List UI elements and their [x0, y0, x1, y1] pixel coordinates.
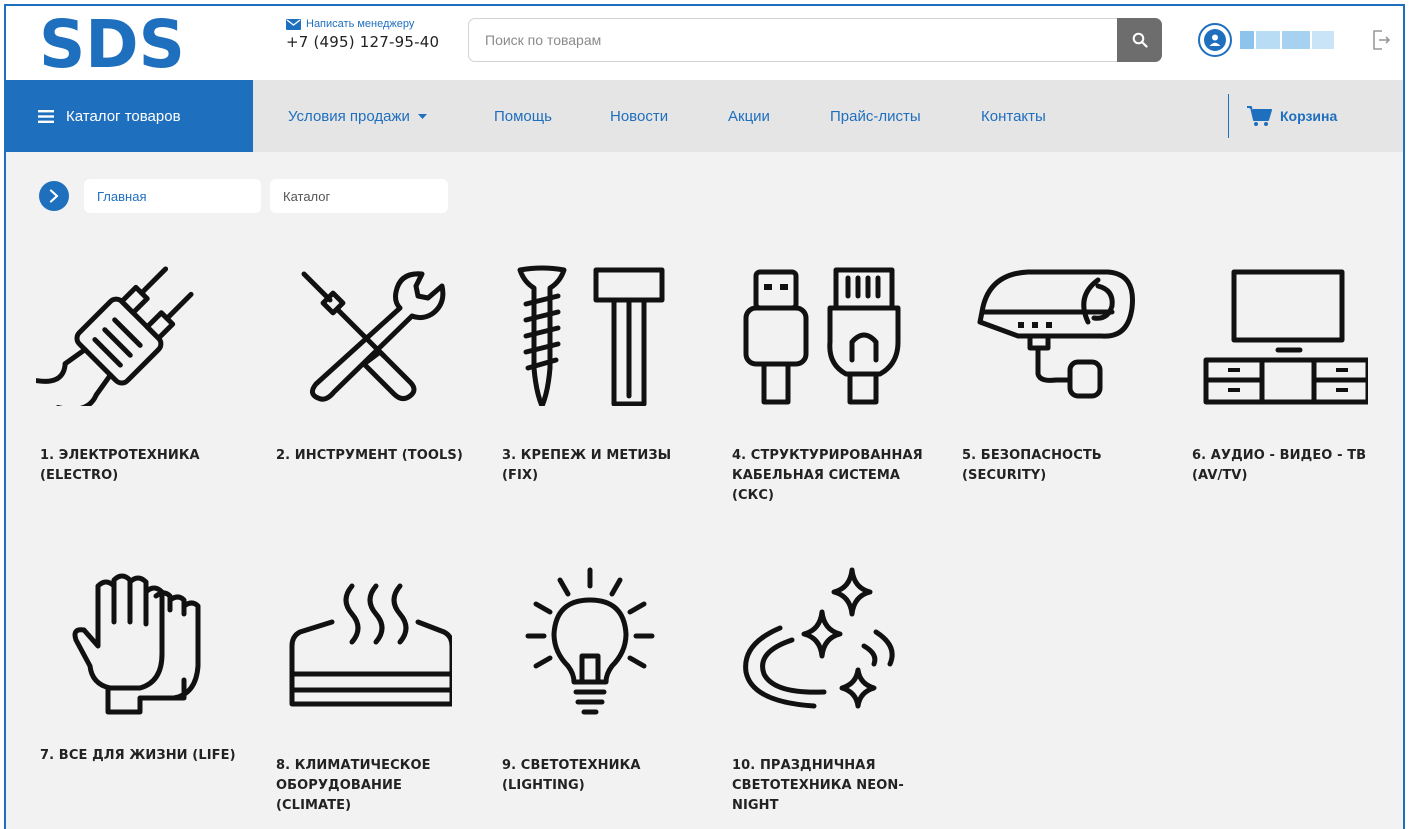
gloves-icon: [72, 573, 201, 715]
header: SDS Написать менеджеру +7 (495) 127-95-4…: [6, 6, 1403, 80]
write-manager-label: Написать менеджеру: [306, 18, 415, 30]
mail-icon: [286, 18, 301, 30]
search-button[interactable]: [1117, 18, 1162, 62]
nav-news[interactable]: Новости: [610, 80, 668, 152]
search-icon: [1132, 32, 1148, 48]
cart-label: Корзина: [1280, 108, 1338, 124]
category-life[interactable]: 7. ВСЕ ДЛЯ ЖИЗНИ (LIFE): [26, 566, 236, 766]
category-label: 1. ЭЛЕКТРОТЕХНИКА (ELECTRO): [40, 448, 200, 483]
user-avatar[interactable]: [1198, 23, 1232, 57]
category-lighting[interactable]: 9. СВЕТОТЕХНИКА (LIGHTING): [488, 566, 698, 806]
nav-help[interactable]: Помощь: [494, 80, 552, 152]
cart-link[interactable]: Корзина: [1246, 80, 1337, 152]
heater-icon: [289, 583, 452, 707]
category-climate[interactable]: 8. КЛИМАТИЧЕСКОЕ ОБОРУДОВАНИЕ (CLIMATE): [262, 566, 472, 813]
page-frame: SDS Написать менеджеру +7 (495) 127-95-4…: [4, 4, 1405, 829]
logout-icon[interactable]: [1371, 29, 1391, 51]
plug-icon: [36, 266, 194, 406]
contact-block: Написать менеджеру +7 (495) 127-95-40: [286, 18, 439, 51]
category-label: 8. КЛИМАТИЧЕСКОЕ ОБОРУДОВАНИЕ (CLIMATE): [276, 758, 431, 813]
breadcrumb-toggle[interactable]: [39, 181, 69, 211]
search-input[interactable]: [468, 18, 1117, 62]
chevron-right-icon: [49, 189, 59, 203]
category-label: 5. БЕЗОПАСНОСТЬ (SECURITY): [962, 448, 1102, 483]
nav-news-label: Новости: [610, 107, 669, 125]
catalog-menu-label: Каталог товаров: [66, 107, 181, 125]
hamburger-icon: [38, 109, 54, 123]
nav-price-lists-label: Прайс-листы: [830, 107, 921, 125]
category-label: 4. СТРУКТУРИРОВАННАЯ КАБЕЛЬНАЯ СИСТЕМА (…: [732, 448, 923, 503]
nav-divider: [1228, 94, 1229, 138]
catalog-menu-button[interactable]: Каталог товаров: [6, 80, 253, 152]
user-name-redacted[interactable]: [1240, 31, 1336, 49]
category-label: 3. КРЕПЕЖ И МЕТИЗЫ (FIX): [502, 448, 672, 483]
main-nav: Каталог товаров Условия продажи Помощь Н…: [6, 80, 1403, 152]
sparkles-icon: [743, 567, 895, 709]
security-camera-icon: [977, 269, 1135, 399]
svg-text:SDS: SDS: [39, 9, 185, 73]
phone-number[interactable]: +7 (495) 127-95-40: [286, 33, 439, 51]
tools-icon: [301, 271, 446, 402]
nav-price-lists[interactable]: Прайс-листы: [830, 80, 921, 152]
nav-sales-terms[interactable]: Условия продажи: [288, 80, 427, 152]
sds-logo[interactable]: SDS: [37, 9, 187, 73]
breadcrumb-current: Каталог: [270, 179, 448, 213]
nav-contacts[interactable]: Контакты: [981, 80, 1046, 152]
tv-stand-icon: [1203, 269, 1368, 405]
nav-contacts-label: Контакты: [981, 107, 1046, 125]
light-bulb-icon: [525, 567, 655, 715]
category-fix[interactable]: 3. КРЕПЕЖ И МЕТИЗЫ (FIX): [488, 256, 698, 496]
category-label: 6. АУДИО - ВИДЕО - ТВ (AV/TV): [1192, 448, 1367, 483]
cable-connectors-icon: [743, 267, 901, 405]
category-label: 9. СВЕТОТЕХНИКА (LIGHTING): [502, 758, 641, 793]
category-electro[interactable]: 1. ЭЛЕКТРОТЕХНИКА (ELECTRO): [26, 256, 236, 496]
category-label: 10. ПРАЗДНИЧНАЯ СВЕТОТЕХНИКА NEON-NIGHT: [732, 758, 904, 813]
category-tools[interactable]: 2. ИНСТРУМЕНТ (TOOLS): [262, 256, 472, 496]
search-bar: [468, 18, 1162, 62]
cart-icon: [1247, 106, 1272, 126]
nav-help-label: Помощь: [494, 107, 552, 125]
nav-promotions[interactable]: Акции: [728, 80, 770, 152]
nav-promotions-label: Акции: [728, 107, 770, 125]
category-security[interactable]: 5. БЕЗОПАСНОСТЬ (SECURITY): [948, 256, 1158, 496]
nav-sales-terms-label: Условия продажи: [288, 107, 410, 125]
category-label: 2. ИНСТРУМЕНТ (TOOLS): [276, 448, 463, 463]
category-label: 7. ВСЕ ДЛЯ ЖИЗНИ (LIFE): [40, 748, 236, 763]
category-neon-night[interactable]: 10. ПРАЗДНИЧНАЯ СВЕТОТЕХНИКА NEON-NIGHT: [718, 566, 928, 826]
category-scs[interactable]: 4. СТРУКТУРИРОВАННАЯ КАБЕЛЬНАЯ СИСТЕМА (…: [718, 256, 928, 516]
user-icon: [1209, 34, 1221, 46]
category-av-tv[interactable]: 6. АУДИО - ВИДЕО - ТВ (AV/TV): [1178, 256, 1388, 496]
breadcrumb-home[interactable]: Главная: [84, 179, 261, 213]
write-manager-link[interactable]: Написать менеджеру: [286, 18, 439, 30]
caret-down-icon: [417, 113, 427, 119]
fasteners-icon: [517, 265, 665, 406]
